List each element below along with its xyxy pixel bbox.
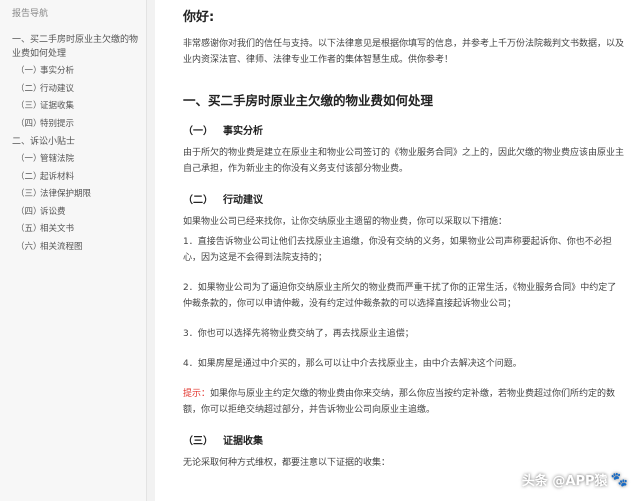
nav-item-number: （四） bbox=[16, 206, 42, 217]
nav-item-number: （二） bbox=[16, 83, 42, 94]
paw-icon: 🐾 bbox=[610, 471, 628, 488]
action-advice-item-1: 1．直接告诉物业公司让他们去找原业主追缴，你没有交纳的义务，如果物业公司声称要起… bbox=[183, 237, 612, 263]
nav-item-number: （二） bbox=[16, 171, 42, 182]
nav-item-label: 行动建议 bbox=[40, 83, 75, 94]
tip-paragraph: 提示：如果你与原业主约定欠缴的物业费由你来交纳，那么你应当按约定补缴，若物业费超… bbox=[183, 386, 624, 418]
nav-item-filing-materials[interactable]: （二） 起诉材料 bbox=[12, 171, 146, 189]
nav-item-label: 相关流程图 bbox=[40, 241, 83, 252]
nav-item-label: 相关文书 bbox=[40, 224, 75, 234]
action-advice-item-4: 4．如果房屋是通过中介买的，那么可以让中介去找原业主，由中介去解决这个问题。 bbox=[183, 359, 522, 369]
action-advice-item-2: 2．如果物业公司为了逼迫你交纳原业主所欠的物业费而严重干扰了你的正常生活，《物业… bbox=[183, 283, 617, 309]
watermark: 头条 @APP猿 🐾 bbox=[521, 470, 628, 490]
nav-item-evidence[interactable]: （三） 证据收集 bbox=[12, 100, 146, 118]
intro-paragraph: 非常感谢你对我们的信任与支持。以下法律意见是根据你填写的信息，并参考上千万份法院… bbox=[183, 39, 625, 65]
nav-item-documents[interactable]: （五） 相关文书 bbox=[12, 223, 146, 241]
nav-item-jurisdiction[interactable]: （一） 管辖法院 bbox=[12, 153, 146, 171]
nav-item-number: （五） bbox=[16, 224, 42, 234]
tip-label: 提示： bbox=[183, 389, 211, 399]
nav-item-number: （一） bbox=[16, 154, 42, 164]
nav-item-fact-analysis[interactable]: （一） 事实分析 bbox=[12, 65, 146, 83]
nav-item-number: （三） bbox=[16, 189, 42, 199]
nav-item-flowchart[interactable]: （六） 相关流程图 bbox=[12, 241, 146, 259]
nav-item-label: 诉讼费 bbox=[40, 206, 66, 217]
nav-item-action-advice[interactable]: （二） 行动建议 bbox=[12, 83, 146, 101]
report-navigation-sidebar: 报告导航 一、买二手房时原业主欠缴的物业费如何处理 （一） 事实分析 （二） 行… bbox=[0, 0, 147, 501]
subsection-heading-fact-analysis: （一） 事实分析 bbox=[183, 122, 624, 138]
evidence-text: 无论采取何种方式维权，都要注意以下证据的收集： bbox=[183, 458, 391, 468]
subsection-title: 事实分析 bbox=[223, 126, 263, 137]
subsection-number: （二） bbox=[183, 195, 213, 206]
nav-item-number: （六） bbox=[16, 241, 42, 252]
report-content: 你好: 非常感谢你对我们的信任与支持。以下法律意见是根据你填写的信息，并参考上千… bbox=[155, 0, 640, 501]
nav-item-label: 法律保护期限 bbox=[40, 189, 92, 199]
action-advice-item-3: 3．你也可以选择先将物业费交纳了，再去找原业主追偿； bbox=[183, 329, 414, 339]
nav-item-limitation-period[interactable]: （三） 法律保护期限 bbox=[12, 188, 146, 206]
nav-item-label: 证据收集 bbox=[40, 101, 75, 111]
subsection-heading-evidence: （三） 证据收集 bbox=[183, 432, 624, 448]
greeting: 你好: bbox=[183, 10, 215, 25]
nav-section-2[interactable]: 二、诉讼小贴士 bbox=[12, 135, 146, 149]
nav-item-litigation-fee[interactable]: （四） 诉讼费 bbox=[12, 206, 146, 224]
nav-item-special-notice[interactable]: （四） 特别提示 bbox=[12, 118, 146, 136]
subsection-heading-action-advice: （二） 行动建议 bbox=[183, 191, 624, 207]
fact-analysis-text: 由于所欠的物业费是建立在原业主和物业公司签订的《物业服务合同》之上的，因此欠缴的… bbox=[183, 148, 625, 174]
nav-item-label: 起诉材料 bbox=[40, 171, 75, 182]
nav-item-label: 特别提示 bbox=[40, 118, 75, 129]
nav-item-number: （三） bbox=[16, 101, 42, 111]
nav-item-number: （四） bbox=[16, 118, 42, 129]
subsection-number: （三） bbox=[183, 436, 213, 447]
tip-text: 如果你与原业主约定欠缴的物业费由你来交纳，那么你应当按约定补缴，若物业费超过你们… bbox=[183, 389, 616, 415]
sidebar-title: 报告导航 bbox=[12, 9, 49, 19]
nav-item-label: 事实分析 bbox=[40, 66, 75, 76]
nav-section-1[interactable]: 一、买二手房时原业主欠缴的物业费如何处理 bbox=[12, 33, 146, 61]
section-heading-1: 一、买二手房时原业主欠缴的物业费如何处理 bbox=[183, 93, 434, 108]
watermark-brand: 头条 @APP猿 bbox=[521, 474, 608, 489]
nav-item-label: 管辖法院 bbox=[40, 154, 75, 164]
nav-item-number: （一） bbox=[16, 66, 42, 76]
subsection-number: （一） bbox=[183, 126, 213, 137]
subsection-title: 行动建议 bbox=[223, 195, 263, 206]
subsection-title: 证据收集 bbox=[223, 436, 263, 447]
action-advice-intro: 如果物业公司已经来找你，让你交纳原业主遗留的物业费，你可以采取以下措施： bbox=[183, 217, 508, 227]
